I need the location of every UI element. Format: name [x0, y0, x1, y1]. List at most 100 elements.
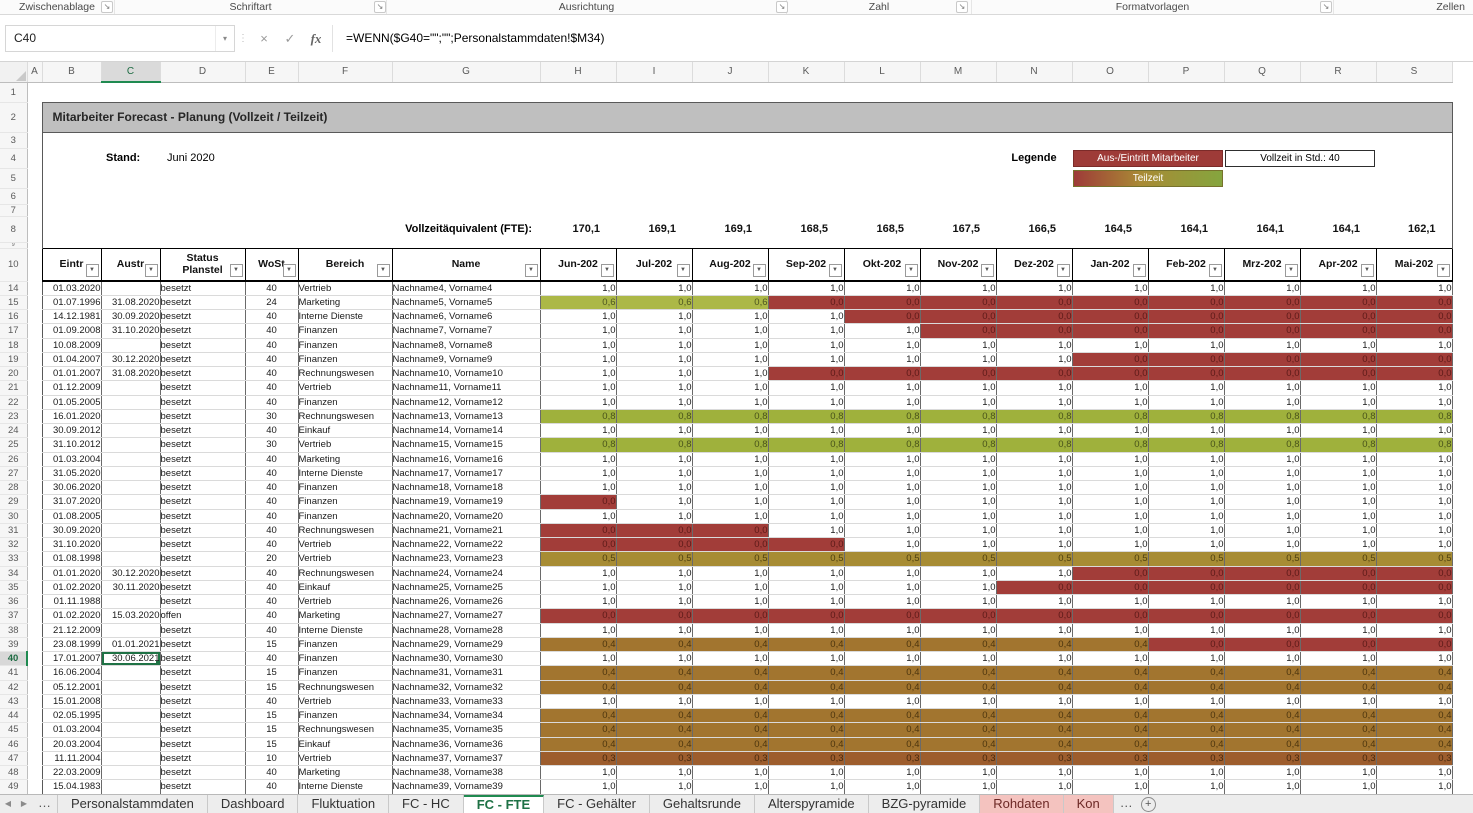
- cell-austritt[interactable]: [101, 424, 160, 438]
- cell-status[interactable]: besetzt: [160, 281, 245, 295]
- cell-fte-month[interactable]: 0,3: [1224, 751, 1300, 765]
- cell-austritt[interactable]: 30.06.2021: [101, 652, 160, 666]
- cell-fte-month[interactable]: 0,8: [1224, 409, 1300, 423]
- cell-fte-month[interactable]: 0,0: [1224, 609, 1300, 623]
- filter-dropdown-icon[interactable]: ▼: [377, 264, 390, 277]
- cell[interactable]: [27, 324, 42, 338]
- cell-fte-month[interactable]: 1,0: [616, 694, 692, 708]
- cell-fte-month[interactable]: 1,0: [920, 595, 996, 609]
- cell-fte-month[interactable]: 1,0: [616, 580, 692, 594]
- cell-fte-month[interactable]: 0,8: [996, 438, 1072, 452]
- cell-wochenstunden[interactable]: 40: [245, 338, 298, 352]
- enter-button[interactable]: ✓: [277, 25, 303, 52]
- cell-fte-month[interactable]: 1,0: [920, 452, 996, 466]
- cell-austritt[interactable]: [101, 409, 160, 423]
- cell-fte-month[interactable]: 1,0: [1224, 694, 1300, 708]
- cell-fte-month[interactable]: 0,0: [616, 523, 692, 537]
- cell-fte-month[interactable]: 1,0: [1072, 495, 1148, 509]
- cell-fte-month[interactable]: 0,4: [920, 680, 996, 694]
- cell-wochenstunden[interactable]: 40: [245, 324, 298, 338]
- cell-austritt[interactable]: [101, 381, 160, 395]
- cell-eintritt[interactable]: 31.10.2012: [42, 438, 101, 452]
- cell-fte-month[interactable]: 0,8: [768, 409, 844, 423]
- cell-fte-month[interactable]: 0,4: [692, 709, 768, 723]
- cell-fte-month[interactable]: 1,0: [692, 652, 768, 666]
- column-header-austritt[interactable]: Austr▼: [101, 248, 160, 281]
- column-header-G[interactable]: G: [392, 62, 540, 82]
- fte-value[interactable]: 162,1: [1376, 216, 1452, 242]
- cell-status[interactable]: besetzt: [160, 737, 245, 751]
- cell-name[interactable]: Nachname28, Vorname28: [392, 623, 540, 637]
- cell-fte-month[interactable]: 1,0: [844, 352, 920, 366]
- cell-fte-month[interactable]: 1,0: [1224, 424, 1300, 438]
- cell-eintritt[interactable]: 01.03.2004: [42, 452, 101, 466]
- cell-wochenstunden[interactable]: 40: [245, 310, 298, 324]
- cell-fte-month[interactable]: 1,0: [1300, 395, 1376, 409]
- cell-fte-month[interactable]: 1,0: [768, 495, 844, 509]
- cell-fte-month[interactable]: 0,3: [768, 751, 844, 765]
- cell-eintritt[interactable]: 01.02.2020: [42, 609, 101, 623]
- cell-bereich[interactable]: Finanzen: [298, 495, 392, 509]
- cell-fte-month[interactable]: 0,3: [844, 751, 920, 765]
- column-header-C[interactable]: C: [101, 62, 160, 82]
- cell[interactable]: [1224, 168, 1376, 188]
- cell-status[interactable]: besetzt: [160, 652, 245, 666]
- cell-fte-month[interactable]: 0,4: [768, 666, 844, 680]
- cell-fte-month[interactable]: 1,0: [1148, 466, 1224, 480]
- cell-fte-month[interactable]: 1,0: [1072, 652, 1148, 666]
- cell-fte-month[interactable]: 0,4: [844, 637, 920, 651]
- cell[interactable]: [27, 680, 42, 694]
- cell[interactable]: [27, 466, 42, 480]
- cell-eintritt[interactable]: 21.12.2009: [42, 623, 101, 637]
- cell-fte-month[interactable]: 1,0: [1224, 780, 1300, 794]
- column-header-K[interactable]: K: [768, 62, 844, 82]
- cell[interactable]: [27, 737, 42, 751]
- cell-fte-month[interactable]: 1,0: [616, 566, 692, 580]
- cell-fte-month[interactable]: 1,0: [1376, 523, 1452, 537]
- cell-status[interactable]: besetzt: [160, 481, 245, 495]
- cell-fte-month[interactable]: 1,0: [920, 694, 996, 708]
- cell-name[interactable]: Nachname31, Vorname31: [392, 666, 540, 680]
- cell-austritt[interactable]: 01.01.2021: [101, 637, 160, 651]
- cell-fte-month[interactable]: 0,4: [1224, 737, 1300, 751]
- cell-fte-month[interactable]: 1,0: [616, 338, 692, 352]
- row-header-46[interactable]: 46: [0, 737, 27, 751]
- cell-eintritt[interactable]: 31.05.2020: [42, 466, 101, 480]
- cell-fte-month[interactable]: 1,0: [616, 452, 692, 466]
- cell-fte-month[interactable]: 1,0: [920, 338, 996, 352]
- cell-bereich[interactable]: Rechnungswesen: [298, 723, 392, 737]
- cell-fte-month[interactable]: 0,4: [540, 680, 616, 694]
- cell-fte-month[interactable]: 1,0: [616, 367, 692, 381]
- cell-fte-month[interactable]: 0,4: [540, 709, 616, 723]
- cell-eintritt[interactable]: 01.02.2020: [42, 580, 101, 594]
- cell-fte-month[interactable]: 1,0: [540, 466, 616, 480]
- cell-fte-month[interactable]: 1,0: [920, 495, 996, 509]
- cell-fte-month[interactable]: 1,0: [540, 424, 616, 438]
- cell-austritt[interactable]: [101, 338, 160, 352]
- cell-fte-month[interactable]: 1,0: [996, 424, 1072, 438]
- cell-fte-month[interactable]: 0,4: [768, 709, 844, 723]
- cell-name[interactable]: Nachname17, Vorname17: [392, 466, 540, 480]
- cell-name[interactable]: Nachname8, Vorname8: [392, 338, 540, 352]
- cell-fte-month[interactable]: 1,0: [540, 324, 616, 338]
- column-header-aug-202[interactable]: Aug-202▼: [692, 248, 768, 281]
- cell-fte-month[interactable]: 0,0: [616, 538, 692, 552]
- cell[interactable]: [27, 538, 42, 552]
- cell[interactable]: [27, 709, 42, 723]
- cell-fte-month[interactable]: 1,0: [996, 352, 1072, 366]
- cell-austritt[interactable]: [101, 766, 160, 780]
- cell[interactable]: [27, 452, 42, 466]
- cell-eintritt[interactable]: 05.12.2001: [42, 680, 101, 694]
- cell-status[interactable]: besetzt: [160, 509, 245, 523]
- cell-fte-month[interactable]: 0,8: [692, 409, 768, 423]
- cell-fte-month[interactable]: 1,0: [920, 509, 996, 523]
- cell-austritt[interactable]: [101, 452, 160, 466]
- row-header-1[interactable]: 1: [0, 82, 27, 102]
- cell-fte-month[interactable]: 1,0: [1376, 281, 1452, 295]
- cell-fte-month[interactable]: 0,4: [540, 723, 616, 737]
- cell-status[interactable]: besetzt: [160, 338, 245, 352]
- cell-fte-month[interactable]: 0,0: [692, 609, 768, 623]
- cell-fte-month[interactable]: 0,4: [616, 680, 692, 694]
- cell-name[interactable]: Nachname24, Vorname24: [392, 566, 540, 580]
- cell-fte-month[interactable]: 0,8: [920, 438, 996, 452]
